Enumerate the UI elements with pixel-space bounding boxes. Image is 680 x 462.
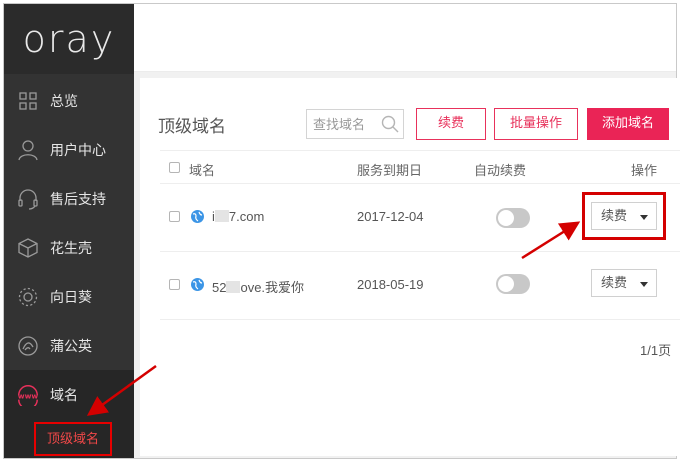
annotation-arrow [86,364,157,416]
annotation-arrow [521,221,581,260]
annotation-arrows [86,221,581,416]
